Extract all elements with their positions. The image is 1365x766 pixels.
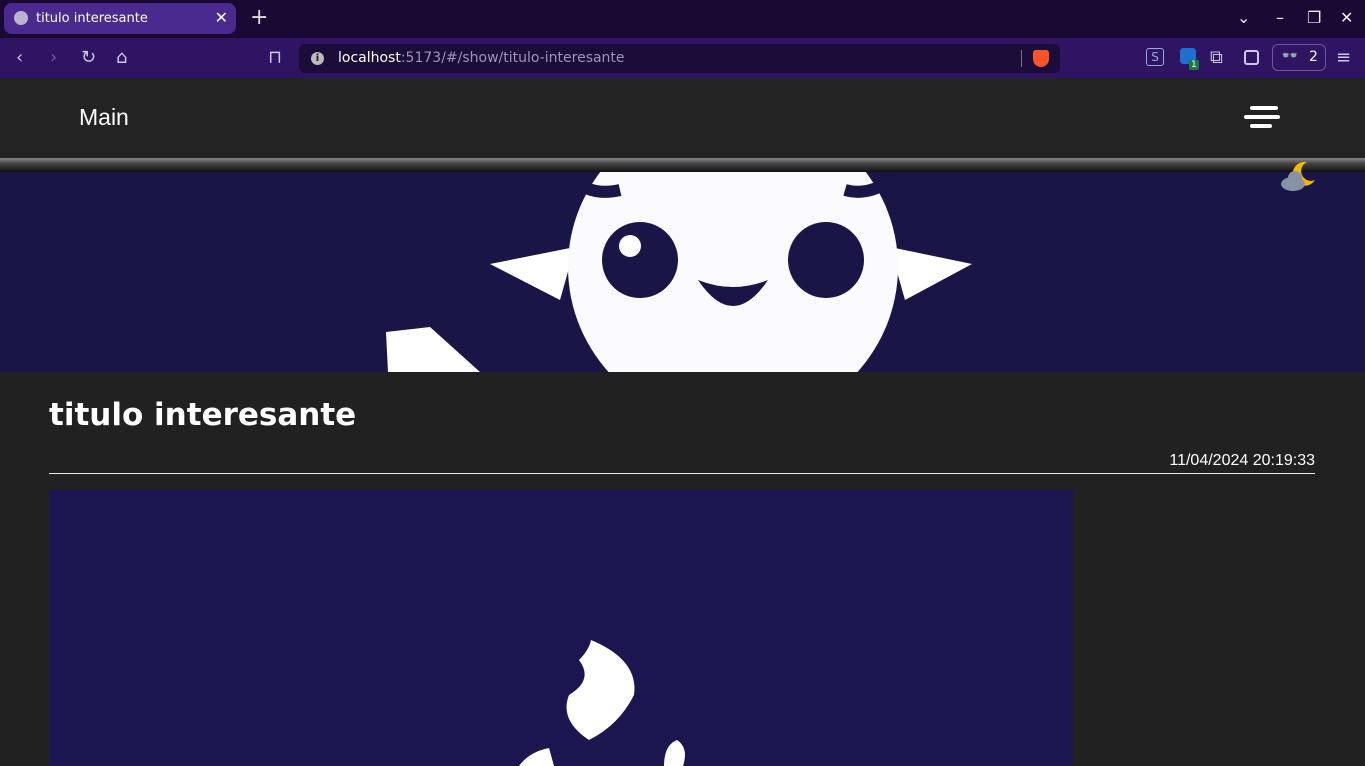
active-tab[interactable]: titulo interesante ✕ <box>4 3 236 34</box>
url-separator <box>1021 50 1022 67</box>
globe-icon <box>14 11 28 25</box>
reader-count: 2 <box>1309 49 1318 65</box>
forward-icon[interactable]: › <box>50 47 57 68</box>
brave-shields-icon[interactable] <box>1033 50 1049 67</box>
address-bar[interactable]: i localhost:5173/#/show/titulo-interesan… <box>299 44 1060 73</box>
tab-search-icon[interactable]: ⌄ <box>1237 8 1250 27</box>
extension-badge: 1 <box>1189 60 1199 70</box>
close-tab-icon[interactable]: ✕ <box>215 8 228 27</box>
post-title: titulo interesante <box>49 397 357 433</box>
reload-icon[interactable]: ↻ <box>81 47 96 68</box>
browser-menu-icon[interactable]: ≡ <box>1336 47 1351 68</box>
site-info-icon[interactable]: i <box>311 52 324 65</box>
reader-pill[interactable]: 👓 2 <box>1272 44 1326 71</box>
close-window-icon[interactable]: ✕ <box>1340 8 1353 27</box>
restore-icon[interactable]: ❐ <box>1307 8 1321 27</box>
glasses-icon: 👓 <box>1281 48 1299 64</box>
header-divider <box>0 158 1365 172</box>
tab-title: titulo interesante <box>36 11 148 26</box>
new-tab-button[interactable]: + <box>250 5 268 30</box>
hamburger-menu-icon[interactable] <box>1244 106 1280 133</box>
minimize-icon[interactable]: – <box>1276 8 1284 27</box>
url-text: localhost:5173/#/show/titulo-interesante <box>338 50 625 66</box>
app-header: Main <box>0 78 1365 158</box>
home-icon[interactable]: ⌂ <box>116 47 127 68</box>
brand-link[interactable]: Main <box>79 104 129 131</box>
mascot-illustration <box>386 172 972 372</box>
browser-tabstrip: titulo interesante ✕ + ⌄ – ❐ ✕ <box>0 0 1365 38</box>
sidebar-icon[interactable] <box>1244 50 1259 65</box>
title-divider <box>49 473 1315 474</box>
bookmark-icon[interactable]: ⊓ <box>268 47 282 68</box>
flame-illustration <box>519 640 685 766</box>
post-date: 11/04/2024 20:19:33 <box>1169 452 1315 469</box>
post-image <box>49 490 1073 766</box>
hero-banner <box>0 172 1365 372</box>
extensions-puzzle-icon[interactable]: ⧉ <box>1210 47 1223 68</box>
browser-toolbar: ‹ › ↻ ⌂ ⊓ i localhost:5173/#/show/titulo… <box>0 38 1365 78</box>
weather-night-icon[interactable] <box>1279 160 1319 198</box>
extension-s-icon[interactable]: S <box>1146 48 1164 66</box>
back-icon[interactable]: ‹ <box>16 47 23 68</box>
